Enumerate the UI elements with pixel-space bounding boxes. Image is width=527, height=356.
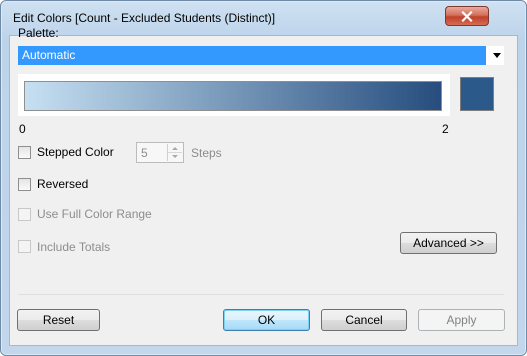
include-totals-checkbox[interactable] (18, 240, 31, 253)
apply-button[interactable]: Apply (418, 309, 505, 331)
title-bar[interactable]: Edit Colors [Count - Excluded Students (… (1, 1, 526, 35)
stepped-color-label: Stepped Color (37, 145, 114, 159)
chevron-down-icon (172, 154, 178, 158)
palette-label: Palette: (18, 26, 59, 40)
color-ramp-area (18, 74, 450, 116)
advanced-button[interactable]: Advanced >> (400, 232, 497, 254)
close-button[interactable] (445, 6, 489, 26)
steps-stepper[interactable]: 5 (136, 142, 184, 163)
dialog-title: Edit Colors [Count - Excluded Students (… (13, 11, 276, 25)
ramp-max-label: 2 (442, 122, 449, 136)
stepped-color-checkbox[interactable] (18, 146, 31, 159)
palette-dropdown[interactable]: Automatic (18, 46, 504, 65)
steps-value: 5 (141, 146, 148, 160)
use-full-range-label: Use Full Color Range (37, 207, 152, 221)
end-color-swatch[interactable] (460, 77, 494, 111)
step-down-button[interactable] (168, 152, 182, 160)
include-totals-label: Include Totals (37, 240, 111, 254)
ok-button[interactable]: OK (223, 309, 310, 331)
dropdown-button[interactable] (486, 46, 504, 65)
reversed-label: Reversed (37, 177, 89, 191)
close-icon (461, 10, 473, 22)
reset-button[interactable]: Reset (17, 309, 100, 331)
cancel-button[interactable]: Cancel (321, 309, 407, 331)
reversed-checkbox[interactable] (18, 178, 31, 191)
palette-selected-value: Automatic (22, 48, 76, 62)
ramp-min-label: 0 (19, 122, 26, 136)
color-ramp[interactable] (24, 81, 442, 111)
use-full-range-checkbox[interactable] (18, 208, 31, 221)
chevron-down-icon (493, 53, 501, 58)
stepper-buttons (167, 144, 182, 161)
chevron-up-icon (172, 146, 178, 150)
divider (18, 294, 504, 295)
steps-unit-label: Steps (191, 146, 222, 160)
